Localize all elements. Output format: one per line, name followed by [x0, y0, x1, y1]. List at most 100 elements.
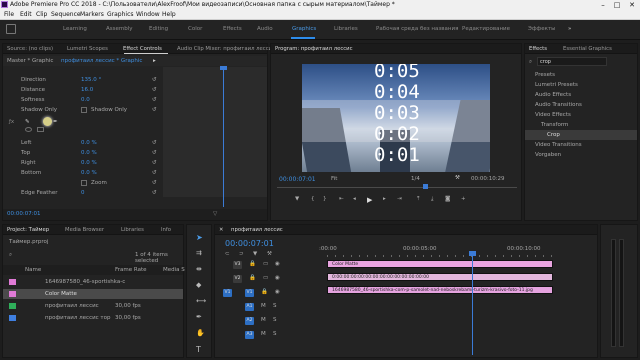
step-forward-icon[interactable]: ▸	[383, 196, 386, 202]
sync-lock-icon[interactable]: ▭	[263, 261, 268, 267]
clip-city-image[interactable]: 1646987580_46-sportishka-com-p-samolet-n…	[327, 286, 553, 294]
col-frame-rate[interactable]: Frame Rate	[115, 267, 147, 273]
track-target-v1[interactable]: V1	[245, 289, 254, 297]
marker-icon[interactable]: ▼	[295, 196, 299, 202]
maximize-button[interactable]: □	[610, 0, 624, 10]
clip-selector[interactable]: профитаил лессис * Graphic	[61, 58, 142, 64]
program-timecode[interactable]: 00:00:07:01	[279, 176, 316, 183]
track-target-a1[interactable]: A1	[245, 303, 254, 311]
workspace-effects[interactable]: Effects	[223, 26, 242, 32]
ripple-edit-tool-icon[interactable]: ⇼	[196, 265, 202, 273]
ellipse-shape-icon[interactable]	[25, 127, 32, 132]
step-back-icon[interactable]: ◂	[353, 196, 356, 202]
effect-controls-timecode[interactable]: 00:00:07:01	[7, 211, 41, 217]
tab-effects[interactable]: Effects	[529, 46, 547, 52]
program-scrub-bar[interactable]	[277, 187, 517, 188]
workspace-learning[interactable]: Learning	[63, 26, 87, 32]
workspace-editing[interactable]: Editing	[149, 26, 168, 32]
workspace-libraries[interactable]: Libraries	[334, 26, 358, 32]
reset-icon[interactable]: ↺	[152, 87, 157, 93]
timeline-ruler[interactable]	[327, 255, 553, 257]
workspace-effects-ru[interactable]: Эффекты	[528, 26, 556, 32]
effects-item-transform[interactable]: Transform	[525, 120, 637, 130]
play-icon[interactable]: ▶	[367, 196, 372, 204]
lock-icon[interactable]: 🔒	[261, 289, 268, 295]
add-marker-icon[interactable]: ▼	[253, 251, 257, 257]
playhead-handle[interactable]	[220, 66, 227, 70]
program-playhead[interactable]	[423, 184, 428, 189]
col-media-start[interactable]: Media S	[163, 267, 185, 273]
effects-item-presets[interactable]: Presets	[525, 70, 637, 80]
timeline-playhead-handle[interactable]	[469, 251, 476, 256]
reset-icon[interactable]: ↺	[152, 190, 157, 196]
tab-sequence[interactable]: профитаил лессис	[231, 227, 283, 233]
zoom-checkbox[interactable]	[81, 180, 87, 186]
effects-search-input[interactable]	[537, 57, 607, 66]
resolution-dropdown[interactable]: 1/4	[411, 176, 420, 182]
eye-icon[interactable]: ◉	[275, 289, 280, 295]
tab-media-browser[interactable]: Media Browser	[65, 227, 104, 233]
selection-tool-icon[interactable]: ➤	[196, 233, 203, 242]
effects-item-video-transitions[interactable]: Video Transitions	[525, 140, 637, 150]
razor-tool-icon[interactable]: ◆	[196, 281, 201, 289]
solo-icon[interactable]: S	[273, 303, 277, 309]
lock-icon[interactable]: 🔒	[249, 275, 256, 281]
tab-libraries[interactable]: Libraries	[121, 227, 144, 233]
clip-color-matte[interactable]: Color Matte	[327, 260, 553, 268]
col-name[interactable]: Name	[25, 267, 41, 273]
reset-icon[interactable]: ↺	[152, 150, 157, 156]
project-item[interactable]: 1646987580_46-sportishka-c	[3, 277, 183, 287]
project-item[interactable]: Color Matte	[3, 289, 183, 299]
mark-out-icon[interactable]: }	[323, 196, 327, 202]
prop-value[interactable]: 0	[81, 190, 85, 196]
eye-icon[interactable]: ◉	[275, 275, 280, 281]
clip-timer-graphic[interactable]: 0:00:00:00:00:00:00:00:00:00:00:00:00:00	[327, 273, 553, 281]
workspaces-overflow-icon[interactable]: »	[568, 26, 571, 32]
go-to-out-icon[interactable]: ⇥	[397, 196, 402, 202]
reset-icon[interactable]: ↺	[152, 97, 157, 103]
reset-icon[interactable]: ↺	[152, 77, 157, 83]
shadow-only-checkbox[interactable]	[81, 107, 87, 113]
close-button[interactable]: ✕	[625, 0, 639, 10]
minimize-button[interactable]: –	[596, 0, 610, 10]
menu-file[interactable]: File	[4, 10, 14, 20]
prop-value[interactable]: 0.0	[81, 97, 90, 103]
slip-tool-icon[interactable]: ⟷	[196, 297, 206, 305]
lift-icon[interactable]: ⤒	[417, 196, 419, 203]
track-select-tool-icon[interactable]: ⇉	[196, 249, 202, 257]
tab-source[interactable]: Source: (no clips)	[7, 46, 53, 52]
reset-icon[interactable]: ↺	[152, 107, 157, 113]
track-target-a2[interactable]: A2	[245, 317, 254, 325]
menu-clip[interactable]: Clip	[36, 10, 47, 20]
fit-dropdown[interactable]: Fit	[331, 176, 337, 182]
button-editor-icon[interactable]: +	[461, 196, 466, 202]
solo-icon[interactable]: S	[273, 331, 277, 337]
prop-value[interactable]: 0.0 %	[81, 140, 97, 146]
project-item[interactable]: профитаил лессис тор 30,00 fps	[3, 313, 183, 323]
reset-icon[interactable]: ↺	[152, 180, 157, 186]
pen-tool-icon[interactable]: ✒	[196, 313, 202, 321]
prop-value[interactable]: 16.0	[81, 87, 93, 93]
sync-lock-icon[interactable]: ▭	[263, 275, 268, 281]
reset-icon[interactable]: ↺	[152, 160, 157, 166]
effects-item-video-effects[interactable]: Video Effects	[525, 110, 637, 120]
rectangle-shape-icon[interactable]	[37, 127, 44, 132]
menu-help[interactable]: Help	[162, 10, 176, 20]
filter-icon[interactable]: ▽	[213, 211, 217, 217]
effects-item-vorgaben[interactable]: Vorgaben	[525, 150, 637, 160]
prop-value[interactable]: 0.0 %	[81, 150, 97, 156]
menu-edit[interactable]: Edit	[20, 10, 32, 20]
effects-item-audio-transitions[interactable]: Audio Transitions	[525, 100, 637, 110]
reset-icon[interactable]: ↺	[152, 170, 157, 176]
close-tab-icon[interactable]: ✕	[219, 227, 223, 233]
workspace-color[interactable]: Color	[188, 26, 202, 32]
wrench-icon[interactable]: ⚒	[455, 175, 460, 181]
export-frame-icon[interactable]: ◙	[445, 196, 450, 202]
snap-icon[interactable]: ⊂	[225, 251, 230, 257]
tab-essential-graphics[interactable]: Essential Graphics	[563, 46, 612, 52]
menu-window[interactable]: Window	[136, 10, 160, 20]
go-to-in-icon[interactable]: ⇤	[339, 196, 344, 202]
menu-graphics[interactable]: Graphics	[107, 10, 134, 20]
tab-lumetri-scopes[interactable]: Lumetri Scopes	[67, 46, 108, 52]
workspace-graphics[interactable]: Graphics	[292, 26, 316, 32]
